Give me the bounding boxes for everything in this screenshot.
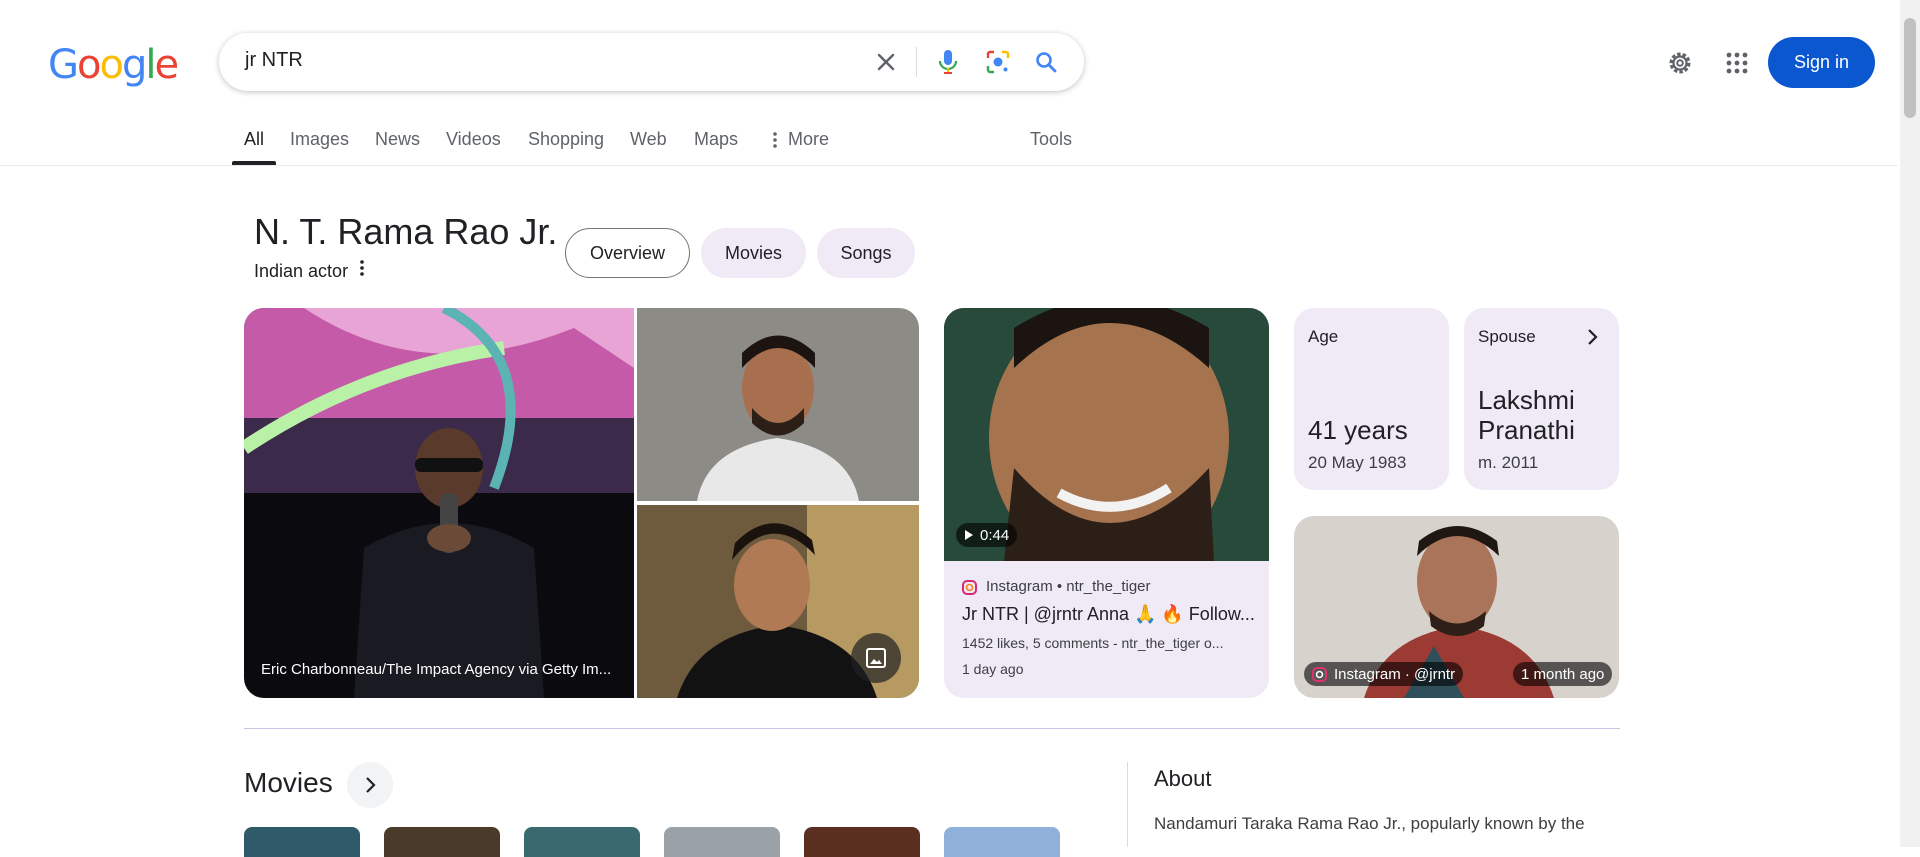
portrait-photo-image (637, 308, 919, 501)
tools-button[interactable]: Tools (1030, 129, 1072, 150)
chevron-right-icon (366, 777, 376, 793)
tab-maps[interactable]: Maps (694, 129, 738, 150)
image-gallery-icon[interactable] (851, 633, 901, 683)
image-tile-portrait[interactable] (637, 308, 919, 501)
logo-letter: G (48, 42, 79, 88)
logo-letter: o (99, 42, 124, 88)
entity-options-icon[interactable] (358, 258, 366, 284)
search-input[interactable]: jr NTR (245, 49, 303, 72)
post-time: 1 day ago (962, 661, 1024, 677)
spouse-name-line1: Lakshmi (1478, 385, 1575, 415)
play-icon (965, 530, 973, 540)
chip-overview[interactable]: Overview (565, 228, 690, 278)
tab-all[interactable]: All (244, 129, 264, 150)
section-divider (244, 728, 1620, 729)
logo-letter: l (145, 42, 156, 88)
movie-poster[interactable] (804, 827, 920, 857)
instagram-video-card[interactable]: 0:44 Instagram • ntr_the_tiger Jr NTR | … (944, 308, 1269, 698)
apps-grid-icon[interactable] (1722, 48, 1752, 78)
entity-subtitle: Indian actor (254, 261, 349, 281)
spouse-card[interactable]: Spouse Lakshmi Pranathi m. 2011 (1464, 308, 1619, 490)
clear-icon[interactable] (871, 47, 901, 77)
spouse-name-line2: Pranathi (1478, 415, 1575, 445)
post-source: Instagram • ntr_the_tiger (986, 578, 1151, 595)
more-vertical-icon[interactable] (770, 130, 780, 155)
movie-poster[interactable] (664, 827, 780, 857)
google-logo[interactable]: Google (48, 42, 179, 88)
entity-title: N. T. Rama Rao Jr. (254, 211, 558, 252)
age-card[interactable]: Age 41 years 20 May 1983 (1294, 308, 1449, 490)
movie-poster[interactable] (384, 827, 500, 857)
marriage-year: m. 2011 (1478, 453, 1539, 472)
chevron-right-icon (1586, 328, 1598, 351)
birth-date: 20 May 1983 (1308, 453, 1407, 472)
logo-letter: e (154, 42, 179, 88)
video-duration: 0:44 (980, 526, 1010, 544)
tab-videos[interactable]: Videos (446, 129, 501, 150)
age-value: 41 years (1308, 415, 1408, 445)
page-scrollbar[interactable] (1900, 0, 1920, 847)
tab-images[interactable]: Images (290, 129, 349, 150)
scrollbar-thumb[interactable] (1904, 18, 1916, 118)
instagram-icon (962, 580, 977, 600)
chip-movies[interactable]: Movies (701, 228, 806, 278)
lens-icon[interactable] (983, 47, 1013, 77)
post-meta: 1452 likes, 5 comments - ntr_the_tiger o… (962, 635, 1224, 651)
tabs-divider (0, 165, 1898, 166)
about-text: Nandamuri Taraka Rama Rao Jr., popularly… (1154, 814, 1585, 833)
instagram-thumb-card[interactable]: Instagram · @jrntr 1 month ago (1294, 516, 1619, 698)
instagram-icon (1312, 666, 1327, 682)
logo-letter: g (121, 42, 147, 88)
logo-letter: o (77, 42, 102, 88)
sign-in-button[interactable]: Sign in (1768, 37, 1875, 88)
thumb-time-badge: 1 month ago (1513, 662, 1613, 686)
main-image-tile[interactable]: Eric Charbonneau/The Impact Agency via G… (244, 308, 634, 698)
search-box[interactable]: jr NTR (219, 33, 1084, 91)
movies-heading: Movies (244, 767, 333, 798)
movies-more-button[interactable] (347, 762, 393, 808)
settings-gear-icon[interactable] (1665, 48, 1695, 78)
microphone-icon[interactable] (933, 47, 963, 77)
image-tile-smiling[interactable] (637, 505, 919, 698)
spouse-label: Spouse (1478, 327, 1536, 346)
tab-web[interactable]: Web (630, 129, 667, 150)
movie-poster[interactable] (244, 827, 360, 857)
tab-more[interactable]: More (788, 129, 829, 150)
image-credit-caption: Eric Charbonneau/The Impact Agency via G… (261, 661, 612, 678)
video-duration-badge: 0:44 (956, 523, 1018, 547)
age-label: Age (1308, 327, 1339, 346)
post-title[interactable]: Jr NTR | @jrntr Anna 🙏 🔥 Follow... (962, 604, 1255, 625)
column-divider (1127, 762, 1128, 847)
search-icon[interactable] (1031, 47, 1061, 77)
thumb-source-badge: Instagram · @jrntr (1304, 662, 1464, 686)
search-divider (916, 47, 917, 77)
tab-shopping[interactable]: Shopping (528, 129, 604, 150)
event-photo-image (244, 308, 634, 698)
about-heading: About (1154, 766, 1212, 791)
chip-songs[interactable]: Songs (817, 228, 915, 278)
thumb-source: Instagram · @jrntr (1334, 665, 1456, 683)
tab-news[interactable]: News (375, 129, 420, 150)
movie-poster[interactable] (524, 827, 640, 857)
movie-poster[interactable] (944, 827, 1060, 857)
